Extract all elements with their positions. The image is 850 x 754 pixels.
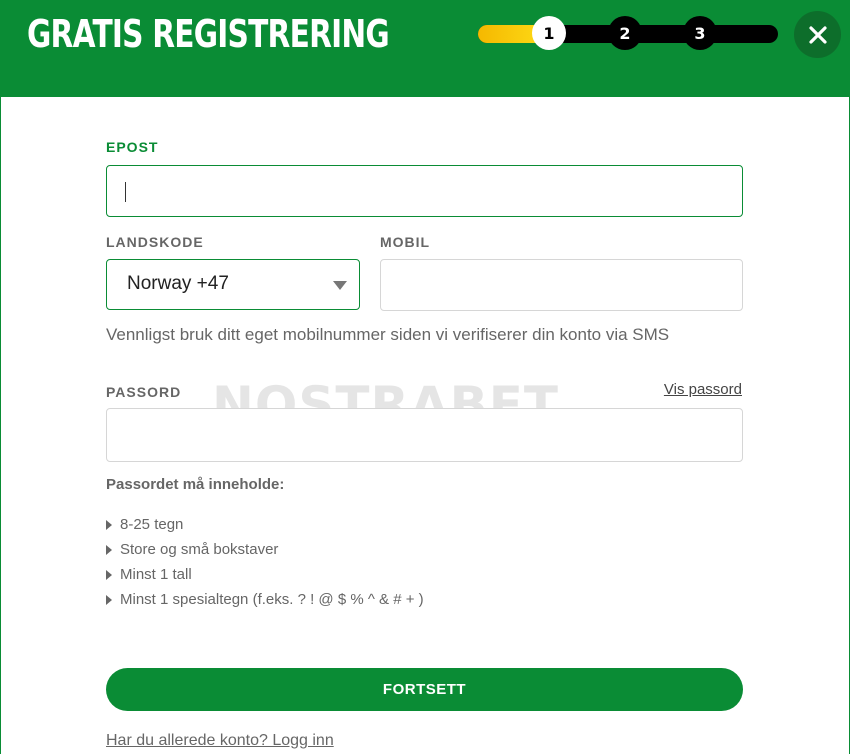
close-button[interactable]: [794, 11, 841, 58]
requirements-title: Passordet må inneholde:: [106, 476, 285, 493]
requirements-list: 8-25 tegn Store og små bokstaver Minst 1…: [106, 512, 424, 612]
country-code-value: Norway +47: [127, 273, 229, 294]
text-cursor: [125, 182, 126, 202]
requirement-text: 8-25 tegn: [120, 516, 184, 533]
country-code-label: LANDSKODE: [106, 234, 204, 250]
close-icon: [808, 25, 827, 44]
mobile-hint: Vennligst bruk ditt eget mobilnummer sid…: [106, 325, 670, 344]
requirement-text: Minst 1 tall: [120, 566, 192, 583]
triangle-bullet-icon: [106, 519, 112, 530]
requirement-text: Store og små bokstaver: [120, 541, 279, 558]
step-2: 2: [608, 16, 642, 50]
mobile-label: MOBIL: [380, 234, 431, 250]
login-link[interactable]: Har du allerede konto? Logg inn: [106, 732, 334, 750]
list-item: 8-25 tegn: [106, 512, 424, 537]
list-item: Minst 1 spesialtegn (f.eks. ? ! @ $ % ^ …: [106, 587, 424, 612]
triangle-bullet-icon: [106, 544, 112, 555]
password-label: PASSORD: [106, 384, 182, 400]
chevron-down-icon: [333, 281, 347, 290]
step-3: 3: [683, 16, 717, 50]
list-item: Minst 1 tall: [106, 562, 424, 587]
header: GRATIS REGISTRERING 1 2 3: [0, 0, 850, 97]
mobile-field[interactable]: [380, 259, 743, 311]
show-password-link[interactable]: Vis passord: [664, 381, 742, 398]
password-field[interactable]: [106, 408, 743, 462]
triangle-bullet-icon: [106, 594, 112, 605]
requirement-text: Minst 1 spesialtegn (f.eks. ? ! @ $ % ^ …: [120, 591, 424, 608]
continue-button[interactable]: FORTSETT: [106, 668, 743, 711]
email-label: EPOST: [106, 139, 159, 155]
email-field[interactable]: [106, 165, 743, 217]
step-1: 1: [532, 16, 566, 50]
triangle-bullet-icon: [106, 569, 112, 580]
country-code-select[interactable]: Norway +47: [106, 259, 360, 310]
page-title: GRATIS REGISTRERING: [27, 12, 390, 56]
list-item: Store og små bokstaver: [106, 537, 424, 562]
